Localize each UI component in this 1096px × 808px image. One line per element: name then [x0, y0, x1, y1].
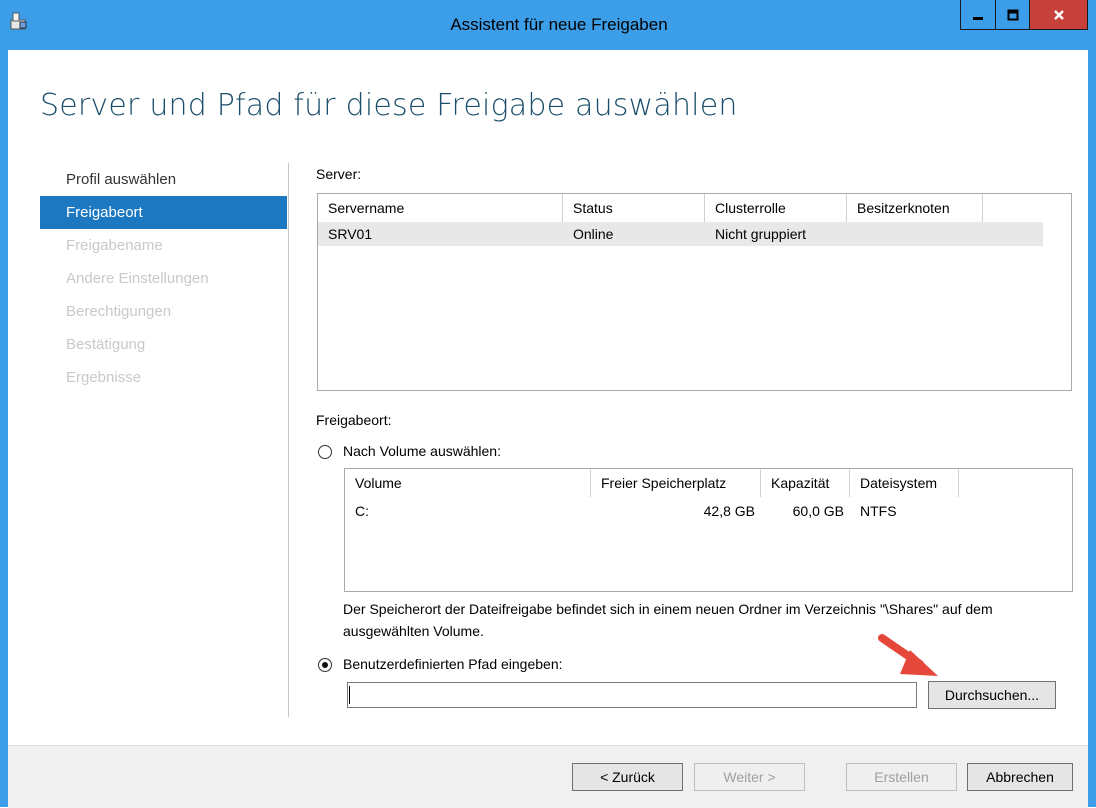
column-header-clusterrolle[interactable]: Clusterrolle: [705, 194, 847, 222]
column-header-besitzerknoten[interactable]: Besitzerknoten: [847, 194, 983, 222]
pointer-arrow-icon: [878, 634, 938, 676]
table-row[interactable]: SRV01 Online Nicht gruppiert: [318, 222, 1043, 246]
next-button[interactable]: Weiter >: [694, 763, 805, 791]
back-button[interactable]: < Zurück: [572, 763, 683, 791]
cell-volume: C:: [355, 503, 369, 519]
create-button[interactable]: Erstellen: [846, 763, 957, 791]
browse-button[interactable]: Durchsuchen...: [928, 681, 1056, 709]
nav-divider: [288, 163, 289, 717]
cancel-button[interactable]: Abbrechen: [967, 763, 1073, 791]
nav-step-freigabename: Freigabename: [66, 237, 163, 254]
column-header-dateisystem[interactable]: Dateisystem: [850, 469, 959, 497]
close-button[interactable]: [1030, 0, 1088, 30]
wizard-footer: < Zurück Weiter > Erstellen Abbrechen: [8, 745, 1088, 808]
radio-custom-path[interactable]: [318, 658, 332, 672]
close-icon: [1053, 9, 1064, 20]
table-row[interactable]: C: 42,8 GB 60,0 GB NTFS: [345, 499, 959, 523]
column-header-kapazitaet[interactable]: Kapazität: [761, 469, 850, 497]
nav-step-ergebnisse: Ergebnisse: [66, 369, 142, 386]
maximize-button[interactable]: [995, 0, 1030, 30]
radio-by-volume-label[interactable]: Nach Volume auswählen:: [343, 443, 501, 459]
server-label: Server:: [316, 166, 362, 182]
location-label: Freigabeort:: [316, 412, 392, 428]
minimize-button[interactable]: [960, 0, 995, 30]
column-header-servername[interactable]: Servername: [318, 194, 563, 222]
cell-dateisystem: NTFS: [860, 503, 897, 519]
window-title: Assistent für neue Freigaben: [450, 15, 668, 34]
title-bar[interactable]: Assistent für neue Freigaben: [0, 0, 1096, 50]
nav-step-profil[interactable]: Profil auswählen: [40, 163, 287, 196]
nav-step-berechtigungen: Berechtigungen: [66, 303, 172, 320]
nav-step-freigabeort[interactable]: Freigabeort: [40, 196, 287, 229]
volume-table-header: Volume Freier Speicherplatz Kapazität Da…: [345, 469, 959, 497]
column-header-volume[interactable]: Volume: [345, 469, 591, 497]
server-table-header: Servername Status Clusterrolle Besitzerk…: [318, 194, 983, 222]
cell-kapazitaet: 60,0 GB: [792, 503, 844, 519]
column-header-status[interactable]: Status: [563, 194, 705, 222]
nav-step-andere-einstellungen: Andere Einstellungen: [66, 270, 209, 287]
volume-table[interactable]: Volume Freier Speicherplatz Kapazität Da…: [344, 468, 1073, 592]
radio-selected-dot: [322, 662, 328, 668]
wizard-window: Assistent für neue Freigaben Server und …: [0, 0, 1096, 808]
wizard-content: Server und Pfad für diese Freigabe auswä…: [8, 50, 1088, 808]
server-table[interactable]: Servername Status Clusterrolle Besitzerk…: [317, 193, 1072, 391]
cell-clusterrolle: Nicht gruppiert: [715, 226, 807, 242]
text-caret: [349, 686, 350, 704]
page-title: Server und Pfad für diese Freigabe auswä…: [40, 88, 738, 123]
radio-custom-path-label[interactable]: Benutzerdefinierten Pfad eingeben:: [343, 656, 563, 672]
cell-status: Online: [573, 226, 614, 242]
cell-servername: SRV01: [328, 226, 373, 242]
cell-freier-speicherplatz: 42,8 GB: [703, 503, 755, 519]
volume-description: Der Speicherort der Dateifreigabe befind…: [343, 601, 993, 639]
wizard-step-nav: Profil auswählen Freigabeort Freigabenam…: [40, 163, 287, 394]
column-header-freier-speicherplatz[interactable]: Freier Speicherplatz: [591, 469, 761, 497]
custom-path-input[interactable]: [347, 682, 917, 708]
radio-by-volume[interactable]: [318, 445, 332, 459]
nav-step-bestaetigung: Bestätigung: [66, 336, 146, 353]
cell-besitzerknoten: [847, 222, 983, 246]
maximize-icon: [1007, 9, 1018, 20]
minimize-icon: [973, 16, 983, 20]
